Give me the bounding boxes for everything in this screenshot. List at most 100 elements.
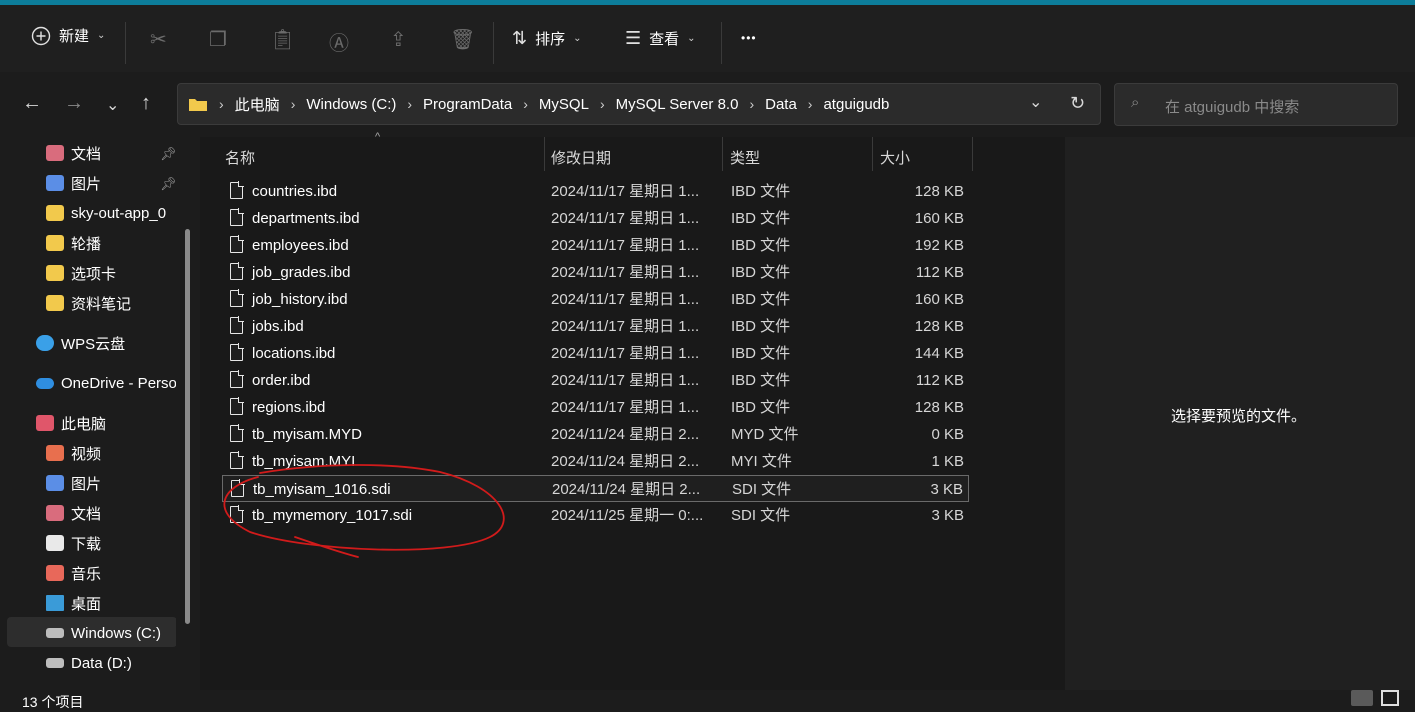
new-label: 新建 xyxy=(59,28,90,45)
sidebar-item-label: 轮播 xyxy=(71,235,102,253)
sidebar-item-documents[interactable]: 文档 xyxy=(46,139,101,167)
sidebar-item-tabs[interactable]: 选项卡 xyxy=(46,259,116,287)
crumb-mysql[interactable]: MySQL xyxy=(539,96,589,113)
folder-icon xyxy=(46,205,64,221)
chevron-right-icon: › xyxy=(290,96,296,112)
sidebar-item-carousel[interactable]: 轮播 xyxy=(46,229,101,257)
sidebar-item-label: 资料笔记 xyxy=(71,295,132,313)
up-arrow-icon[interactable]: ↑ xyxy=(141,92,151,115)
sidebar-item-drive-d[interactable]: Data (D:) xyxy=(46,649,132,677)
sidebar-item-label: 视频 xyxy=(71,445,102,463)
new-button[interactable]: 新建 ⌄ xyxy=(31,25,105,46)
sidebar-item-documents-pc[interactable]: 文档 xyxy=(46,499,101,527)
sidebar-scrollbar[interactable] xyxy=(185,229,190,624)
copy-icon[interactable]: ❐ xyxy=(209,27,227,52)
command-bar: 新建 ⌄ ✂ ❐ 📋︎ Ⓐ ⇪ 🗑︎ ⇅ 排序 ⌄ ☰ 查看 ⌄ ••• xyxy=(0,5,1415,72)
crumb-mysql-server[interactable]: MySQL Server 8.0 xyxy=(616,96,739,113)
chevron-right-icon: › xyxy=(407,96,413,112)
folder-icon xyxy=(189,99,207,111)
folder-icon xyxy=(46,295,64,311)
sidebar-item-label: 文档 xyxy=(71,505,102,523)
sidebar-item-label: Data (D:) xyxy=(71,654,132,672)
address-bar[interactable]: › 此电脑 › Windows (C:) › ProgramData › MyS… xyxy=(177,83,1101,125)
sidebar-item-label: 图片 xyxy=(71,175,102,193)
documents-icon xyxy=(46,145,64,161)
sidebar-item-onedrive[interactable]: OneDrive - Perso xyxy=(36,369,177,397)
sidebar-item-drive-c[interactable]: Windows (C:) xyxy=(46,619,161,647)
chevron-right-icon: › xyxy=(749,96,755,112)
sidebar-item-label: WPS云盘 xyxy=(61,335,126,353)
search-icon: ⌕ xyxy=(1131,94,1140,111)
pictures-icon xyxy=(46,175,64,191)
sidebar-item-label: 选项卡 xyxy=(71,265,117,283)
chevron-right-icon: › xyxy=(219,96,224,112)
documents-icon xyxy=(46,505,64,521)
sidebar-item-label: 音乐 xyxy=(71,565,102,583)
toolbar-divider xyxy=(493,22,494,64)
chevron-down-icon: ⌄ xyxy=(573,33,582,44)
view-label: 查看 xyxy=(649,31,680,48)
chevron-down-icon: ⌄ xyxy=(97,30,106,41)
pin-icon: 📌︎ xyxy=(160,146,177,161)
recent-locations-chevron-icon[interactable]: ⌄ xyxy=(106,95,119,115)
crumb-atguigudb[interactable]: atguigudb xyxy=(823,96,889,113)
crumb-programdata[interactable]: ProgramData xyxy=(423,96,512,113)
videos-icon xyxy=(46,445,64,461)
forward-arrow-icon[interactable]: → xyxy=(64,92,84,115)
chevron-down-icon: ⌄ xyxy=(687,33,696,44)
more-icon: ••• xyxy=(741,31,757,45)
crumb-windows-c[interactable]: Windows (C:) xyxy=(306,96,396,113)
details-view-icon[interactable] xyxy=(1351,690,1373,706)
this-pc-icon xyxy=(36,415,54,431)
preview-message: 选择要预览的文件。 xyxy=(1171,408,1307,425)
sidebar-item-videos[interactable]: 视频 xyxy=(46,439,101,467)
sidebar-item-notes[interactable]: 资料笔记 xyxy=(46,289,131,317)
navigation-pane: 文档 📌︎ 图片 📌︎ sky-out-app_0 轮播 选项卡 资料笔记 WP… xyxy=(0,137,200,690)
music-icon xyxy=(46,565,64,581)
sidebar-item-music[interactable]: 音乐 xyxy=(46,559,101,587)
folder-icon xyxy=(46,235,64,251)
pin-icon: 📌︎ xyxy=(160,176,177,191)
delete-icon[interactable]: 🗑︎ xyxy=(450,27,475,52)
chevron-right-icon: › xyxy=(523,96,528,112)
toolbar-divider xyxy=(125,22,126,64)
search-placeholder: 在 atguigudb 中搜索 xyxy=(1165,99,1300,116)
item-count: 13 个项目 xyxy=(22,694,84,710)
search-box[interactable]: ⌕ 在 atguigudb 中搜索 xyxy=(1114,83,1398,126)
sidebar-item-sky-out-app[interactable]: sky-out-app_0 xyxy=(46,199,166,227)
sidebar-item-pictures[interactable]: 图片 xyxy=(46,169,101,197)
desktop-icon xyxy=(46,595,64,611)
rename-icon[interactable]: Ⓐ xyxy=(329,27,349,56)
crumb-this-pc[interactable]: 此电脑 xyxy=(235,94,280,115)
sidebar-item-downloads[interactable]: 下载 xyxy=(46,529,101,557)
downloads-icon xyxy=(46,535,64,551)
large-icons-view-icon[interactable] xyxy=(1381,690,1399,706)
cut-icon[interactable]: ✂ xyxy=(150,27,167,52)
sidebar-item-pictures-pc[interactable]: 图片 xyxy=(46,469,101,497)
wps-cloud-icon xyxy=(36,335,54,351)
sort-button[interactable]: ⇅ 排序 ⌄ xyxy=(512,28,582,49)
paste-icon[interactable]: 📋︎ xyxy=(270,27,295,52)
address-history-chevron-icon[interactable]: ⌄ xyxy=(1029,92,1042,112)
more-options-button[interactable]: ••• xyxy=(741,31,757,45)
crumb-data[interactable]: Data xyxy=(765,96,797,113)
file-list: ^ 名称 修改日期 类型 大小 countries.ibd 2024/11/17 … xyxy=(200,131,1065,690)
plus-circle-icon xyxy=(31,26,51,45)
sidebar-item-wps-cloud[interactable]: WPS云盘 xyxy=(36,329,125,357)
drive-d-icon xyxy=(46,658,64,668)
sidebar-item-label: 文档 xyxy=(71,145,102,163)
sidebar-item-label: 此电脑 xyxy=(61,415,107,433)
view-button[interactable]: ☰ 查看 ⌄ xyxy=(625,28,696,49)
share-icon[interactable]: ⇪ xyxy=(390,27,407,52)
breadcrumb: › 此电脑 › Windows (C:) › ProgramData › MyS… xyxy=(188,84,889,124)
status-bar: 13 个项目 xyxy=(0,690,1415,710)
sidebar-item-label: 图片 xyxy=(71,475,102,493)
sidebar-item-desktop[interactable]: 桌面 xyxy=(46,589,101,617)
pictures-icon xyxy=(46,475,64,491)
refresh-icon[interactable]: ↻ xyxy=(1070,93,1085,114)
sidebar-item-label: sky-out-app_0 xyxy=(71,204,167,222)
back-arrow-icon[interactable]: ← xyxy=(22,92,42,115)
sort-icon: ⇅ xyxy=(512,28,528,48)
sidebar-item-this-pc[interactable]: 此电脑 xyxy=(36,409,106,437)
red-annotation-circle xyxy=(223,464,505,558)
